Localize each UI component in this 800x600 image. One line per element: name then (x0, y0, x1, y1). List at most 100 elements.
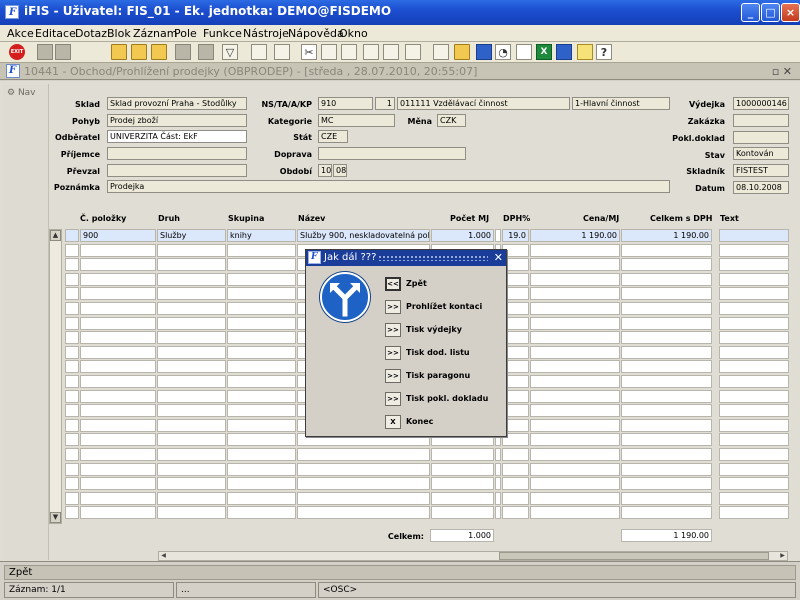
table-cell[interactable] (621, 317, 712, 330)
table-cell[interactable] (502, 477, 529, 490)
table-cell[interactable] (530, 463, 620, 476)
menu-blok[interactable]: Blok (107, 27, 131, 40)
table-cell[interactable] (80, 448, 156, 461)
table-cell[interactable] (530, 244, 620, 257)
table-cell[interactable] (719, 244, 789, 257)
table-cell[interactable] (80, 346, 156, 359)
prevzal-field[interactable] (107, 164, 247, 177)
table-cell[interactable] (621, 390, 712, 403)
table-cell[interactable] (297, 492, 430, 505)
table-cell[interactable] (157, 273, 226, 286)
poznamka-field[interactable]: Prodejka (107, 180, 670, 193)
kp-field[interactable]: 1-Hlavní činnost (572, 97, 670, 110)
table-cell[interactable] (65, 287, 79, 300)
scroll-down-icon[interactable]: ▼ (50, 512, 61, 523)
print-preview-icon[interactable] (55, 44, 71, 60)
table-cell[interactable] (157, 404, 226, 417)
a-field[interactable]: 011111 Vzdělávací činnost (397, 97, 570, 110)
table-cell[interactable] (621, 404, 712, 417)
row1-pocet-cell[interactable]: 1.000 (431, 229, 494, 242)
printer-icon[interactable] (251, 44, 267, 60)
table-cell[interactable] (157, 317, 226, 330)
table-cell[interactable] (227, 477, 296, 490)
ns-field[interactable]: 910 (318, 97, 373, 110)
dialog-label-4[interactable]: Tisk dod. listu (406, 348, 470, 357)
table-cell[interactable] (65, 506, 79, 519)
table-cell[interactable] (719, 463, 789, 476)
menu-okno[interactable]: Okno (339, 27, 368, 40)
cut-icon[interactable]: ✂ (301, 44, 317, 60)
scroll-left-icon[interactable]: ◀ (159, 552, 168, 560)
table-cell[interactable] (65, 492, 79, 505)
table-cell[interactable] (621, 477, 712, 490)
ta-field[interactable]: 1 (375, 97, 395, 110)
table-cell[interactable] (65, 317, 79, 330)
vertical-scrollbar[interactable]: ▲ ▼ (49, 229, 62, 524)
table-cell[interactable] (80, 258, 156, 271)
table-cell[interactable] (530, 258, 620, 271)
obdobi-month-field[interactable]: 08 (333, 164, 347, 177)
table-cell[interactable] (621, 302, 712, 315)
table-cell[interactable] (65, 463, 79, 476)
table-cell[interactable] (65, 433, 79, 446)
table-cell[interactable] (227, 287, 296, 300)
table-cell[interactable] (65, 346, 79, 359)
table-cell[interactable] (621, 258, 712, 271)
table-cell[interactable] (80, 506, 156, 519)
table-cell[interactable] (80, 287, 156, 300)
table-cell[interactable] (157, 433, 226, 446)
table-cell[interactable] (621, 244, 712, 257)
stat-field[interactable]: CZE (318, 130, 348, 143)
table-cell[interactable] (621, 463, 712, 476)
table-cell[interactable] (80, 302, 156, 315)
table-cell[interactable] (530, 419, 620, 432)
table-cell[interactable] (719, 287, 789, 300)
row1-druh-cell[interactable]: Služby (157, 229, 226, 242)
table-cell[interactable] (80, 419, 156, 432)
table-cell[interactable] (227, 492, 296, 505)
table-cell[interactable] (65, 390, 79, 403)
table-cell[interactable] (621, 360, 712, 373)
menu-zaznam[interactable]: Záznam (133, 27, 177, 40)
stav-field[interactable]: Kontován (733, 147, 789, 160)
table-cell[interactable] (719, 346, 789, 359)
help-contents-icon[interactable] (556, 44, 572, 60)
table-cell[interactable] (719, 360, 789, 373)
row1-dph-cell[interactable]: 19.0 (502, 229, 529, 242)
table-cell[interactable] (530, 302, 620, 315)
table-cell[interactable] (621, 346, 712, 359)
page-setup-icon[interactable] (274, 44, 290, 60)
dialog-btn-2[interactable]: >> (385, 300, 401, 314)
menu-nastroje[interactable]: Nástroje (243, 27, 289, 40)
dialog-btn-4[interactable]: >> (385, 346, 401, 360)
dialog-btn-3[interactable]: >> (385, 323, 401, 337)
obdobi-year-field[interactable]: 10 (318, 164, 332, 177)
menu-funkce[interactable]: Funkce (203, 27, 242, 40)
dialog-label-1[interactable]: Zpět (406, 279, 427, 288)
execute-query-icon[interactable] (198, 44, 214, 60)
menu-akce[interactable]: Akce (7, 27, 34, 40)
row1-celkem-cell[interactable]: 1 190.00 (621, 229, 712, 242)
table-cell[interactable] (719, 448, 789, 461)
table-cell[interactable] (719, 404, 789, 417)
table-cell[interactable] (297, 448, 430, 461)
tools-icon[interactable] (454, 44, 470, 60)
table-cell[interactable] (495, 492, 501, 505)
dialog-label-5[interactable]: Tisk paragonu (406, 371, 470, 380)
dialog-btn-5[interactable]: >> (385, 369, 401, 383)
table-cell[interactable] (157, 360, 226, 373)
table-cell[interactable] (719, 273, 789, 286)
table-cell[interactable] (65, 258, 79, 271)
table-cell[interactable] (157, 258, 226, 271)
delete-record-icon[interactable] (151, 44, 167, 60)
table-cell[interactable] (431, 506, 494, 519)
table-cell[interactable] (502, 506, 529, 519)
table-cell[interactable] (227, 273, 296, 286)
menu-editace[interactable]: Editace (35, 27, 76, 40)
table-cell[interactable] (719, 390, 789, 403)
row1-gap-cell[interactable] (495, 229, 501, 242)
dialog-label-2[interactable]: Prohlížet kontaci (406, 302, 482, 311)
table-cell[interactable] (227, 390, 296, 403)
help-question-icon[interactable]: ? (596, 44, 612, 60)
table-cell[interactable] (530, 346, 620, 359)
